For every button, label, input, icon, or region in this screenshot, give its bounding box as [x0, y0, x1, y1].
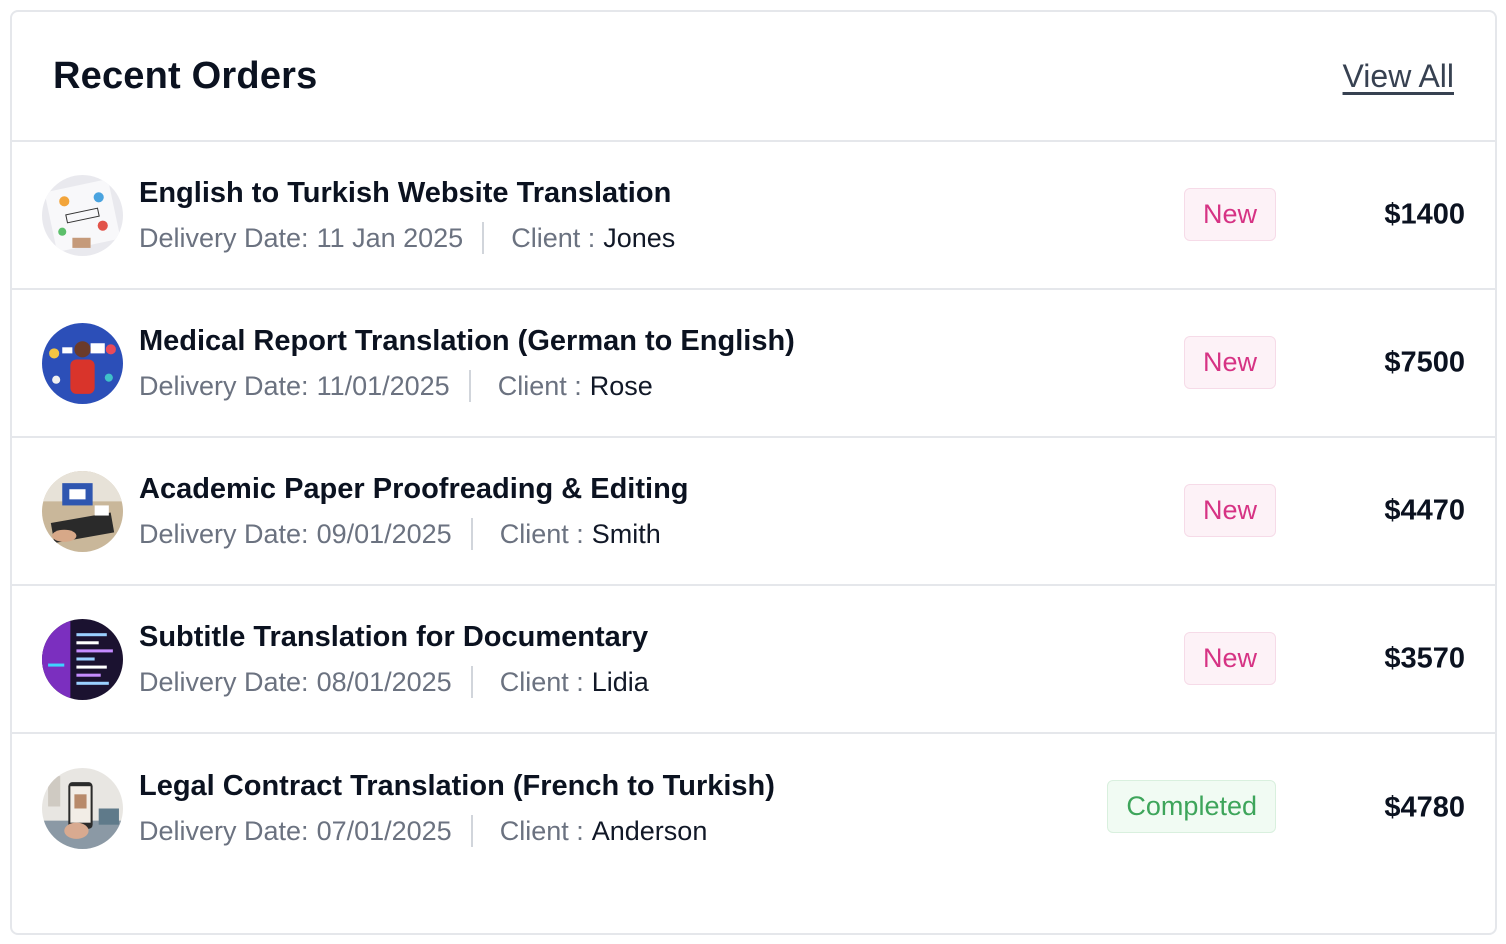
status-badge: New	[1183, 632, 1276, 685]
meta-divider	[470, 666, 473, 699]
status-badge: New	[1183, 484, 1276, 537]
view-all-link[interactable]: View All	[1343, 58, 1454, 95]
woman-megaphone-image	[42, 322, 123, 404]
recent-orders-card: Recent Orders View All English to Turkis…	[10, 10, 1497, 935]
meta-divider	[470, 815, 473, 848]
code-screen-image	[42, 618, 123, 700]
order-row[interactable]: Subtitle Translation for Documentary Del…	[12, 586, 1495, 734]
order-price: $3570	[1384, 642, 1465, 675]
order-row[interactable]: English to Turkish Website Translation D…	[12, 142, 1495, 290]
order-row[interactable]: Medical Report Translation (German to En…	[12, 290, 1495, 438]
delivery-label: Delivery Date:	[139, 666, 309, 697]
order-row[interactable]: Legal Contract Translation (French to Tu…	[12, 734, 1495, 882]
delivery-label: Delivery Date:	[139, 370, 309, 401]
advertising-sketch-image	[42, 174, 123, 256]
order-price: $7500	[1384, 346, 1465, 379]
delivery-label: Delivery Date:	[139, 815, 309, 846]
status-badge: Completed	[1107, 780, 1276, 833]
meta-divider	[470, 518, 473, 551]
card-header: Recent Orders View All	[12, 12, 1495, 142]
laptop-email-image	[42, 470, 123, 552]
client-label: Client :	[511, 222, 596, 253]
order-price: $1400	[1384, 198, 1465, 231]
order-thumbnail	[42, 618, 123, 700]
delivery-date: 11 Jan 2025	[316, 222, 464, 253]
delivery-date: 08/01/2025	[316, 666, 452, 697]
delivery-label: Delivery Date:	[139, 518, 309, 549]
delivery-date: 07/01/2025	[316, 815, 452, 846]
order-thumbnail	[42, 174, 123, 256]
status-badge: New	[1183, 188, 1276, 241]
client-label: Client :	[499, 666, 584, 697]
delivery-date: 09/01/2025	[316, 518, 452, 549]
phone-room-image	[42, 767, 123, 849]
order-price: $4470	[1384, 494, 1465, 527]
client-name: Anderson	[591, 815, 708, 846]
order-row[interactable]: Academic Paper Proofreading & Editing De…	[12, 438, 1495, 586]
order-thumbnail	[42, 767, 123, 849]
order-price: $4780	[1384, 791, 1465, 824]
client-label: Client :	[499, 815, 584, 846]
client-name: Rose	[589, 370, 653, 401]
client-label: Client :	[499, 518, 584, 549]
client-name: Lidia	[591, 666, 649, 697]
client-name: Jones	[603, 222, 676, 253]
order-thumbnail	[42, 322, 123, 404]
delivery-label: Delivery Date:	[139, 222, 309, 253]
meta-divider	[468, 370, 471, 403]
order-thumbnail	[42, 470, 123, 552]
status-badge: New	[1183, 336, 1276, 389]
card-title: Recent Orders	[53, 54, 318, 97]
client-name: Smith	[591, 518, 661, 549]
client-label: Client :	[497, 370, 582, 401]
delivery-date: 11/01/2025	[316, 370, 450, 401]
meta-divider	[482, 222, 485, 255]
